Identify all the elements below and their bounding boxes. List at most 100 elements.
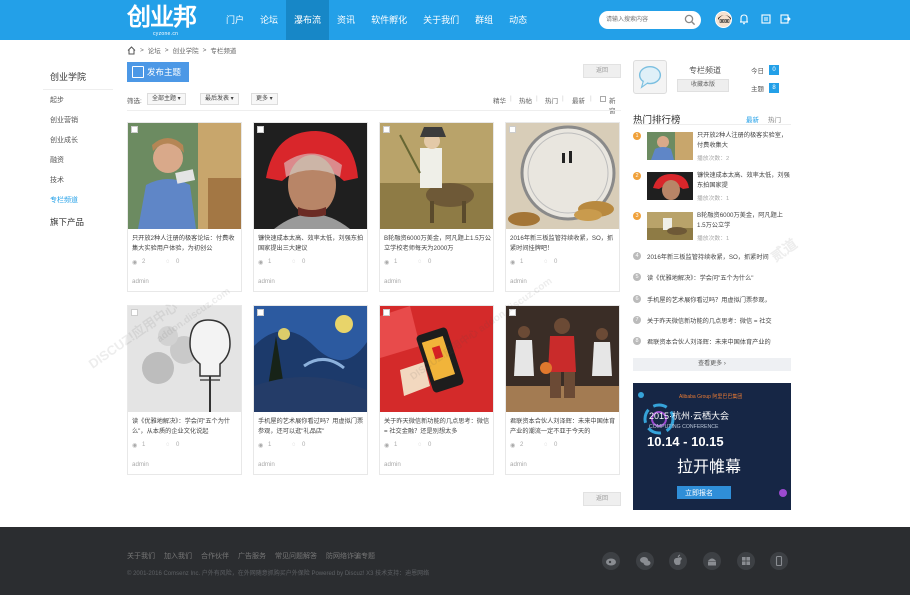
post-author[interactable]: admin — [132, 278, 149, 285]
select-checkbox[interactable] — [509, 126, 516, 133]
weibo-icon[interactable] — [602, 552, 620, 570]
home-icon[interactable] — [127, 45, 136, 55]
sidebar-heading[interactable]: 创业学院 — [43, 60, 113, 90]
breadcrumb-current[interactable]: 专栏频道 — [210, 45, 236, 55]
post-author[interactable]: admin — [510, 278, 527, 285]
ranking-item[interactable]: 2 镰快速成本太高、效率太低，刘强东拍国家提 播放次数：1 — [633, 171, 793, 203]
ranking-item-title[interactable]: 只开放2种人注册的极客实验室，付费收集大 — [697, 131, 791, 151]
ranking-item-title[interactable]: B轮融资6000万美金，阿凡题上1.5万公立学 — [697, 211, 791, 231]
ranking-item[interactable]: 6 手机屋的艺术展你看过吗？用虚拟门票参观， — [633, 295, 793, 305]
sidebar-item-growth[interactable]: 创业成长 — [43, 130, 113, 150]
filter-last-post-dropdown[interactable]: 最后发表 ▾ — [200, 93, 239, 105]
ranking-thumbnail[interactable] — [647, 212, 693, 240]
post-thumbnail[interactable] — [506, 306, 619, 412]
select-checkbox[interactable] — [131, 309, 138, 316]
post-card[interactable]: 手机屋的艺术展你看过吗？用虚拟门票参观，还可以逛"礼品店" ◉ 1 ◌ 0 admi… — [253, 305, 368, 475]
sidebar-item-column[interactable]: 专栏频道 — [43, 190, 113, 210]
ranking-item[interactable]: 7 关于昨天微信新功能的几点思考：微信 = 社交 — [633, 316, 793, 326]
post-title[interactable]: 君联资本合伙人刘泽辉：未来中国体育产业的潮流一定不亚于今天的 — [510, 417, 617, 439]
post-thumbnail[interactable] — [380, 306, 493, 412]
post-author[interactable]: admin — [384, 461, 401, 468]
breadcrumb-category[interactable]: 创业学院 — [173, 45, 199, 55]
search-input[interactable] — [606, 14, 684, 26]
post-thumbnail[interactable] — [254, 306, 367, 412]
post-card[interactable]: B轮融资6000万美金，阿凡题上1.5万公立学校老师每天为2000万 ◉ 1 ◌ 0… — [379, 122, 494, 292]
new-window-checkbox[interactable] — [600, 96, 606, 102]
post-thumbnail[interactable] — [254, 123, 367, 229]
ranking-thumbnail[interactable] — [647, 132, 693, 160]
post-card[interactable]: 读《优雅地解决》：学会问"五个为什么"，从本质的企业文化说起 ◉ 1 ◌ 0 adm… — [127, 305, 242, 475]
back-button-top[interactable]: 返回 — [583, 64, 621, 78]
post-author[interactable]: admin — [258, 461, 275, 468]
footer-link-ads[interactable]: 广告服务 — [238, 551, 266, 561]
post-author[interactable]: admin — [384, 278, 401, 285]
post-title[interactable]: 2016年新三板监管持续收紧，SO，抓紧时间挂牌吧！ — [510, 234, 617, 256]
ranking-item[interactable]: 8 君联资本合伙人刘泽辉：未来中国体育产业的 — [633, 337, 793, 347]
sidebar-item-marketing[interactable]: 创业营销 — [43, 110, 113, 130]
view-more-button[interactable]: 查看更多 › — [633, 358, 791, 371]
ranking-item-title[interactable]: 读《优雅地解决》：学会问"五个为什么" — [647, 273, 795, 282]
footer-link-join[interactable]: 加入我们 — [164, 551, 192, 561]
post-topic-button[interactable]: 发布主题 — [127, 62, 189, 82]
bell-icon[interactable] — [738, 13, 750, 25]
post-card[interactable]: 2016年新三板监管持续收紧，SO，抓紧时间挂牌吧！ ◉ 1 ◌ 0 admin — [505, 122, 620, 292]
back-button-bottom[interactable]: 返回 — [583, 492, 621, 506]
sort-digest[interactable]: 精华 — [493, 95, 506, 105]
filter-all-topics-dropdown[interactable]: 全部主题 ▾ — [147, 93, 186, 105]
nav-groups[interactable]: 群组 — [467, 0, 501, 40]
select-checkbox[interactable] — [383, 126, 390, 133]
post-author[interactable]: admin — [510, 461, 527, 468]
search-icon[interactable] — [684, 14, 696, 26]
post-thumbnail[interactable] — [128, 306, 241, 412]
user-avatar[interactable] — [715, 11, 732, 28]
apple-icon[interactable] — [669, 552, 687, 570]
ranking-thumbnail[interactable] — [647, 172, 693, 200]
footer-link-faq[interactable]: 常见问题解答 — [275, 551, 317, 561]
nav-waterfall[interactable]: 瀑布流 — [286, 0, 330, 40]
select-checkbox[interactable] — [257, 309, 264, 316]
sidebar-item-tech[interactable]: 技术 — [43, 170, 113, 190]
ranking-tab-latest[interactable]: 最新 — [746, 114, 759, 124]
ranking-item[interactable]: 5 读《优雅地解决》：学会问"五个为什么" — [633, 273, 793, 283]
nav-news[interactable]: 资讯 — [329, 0, 363, 40]
post-card[interactable]: 君联资本合伙人刘泽辉：未来中国体育产业的潮流一定不亚于今天的 ◉ 2 ◌ 0 adm… — [505, 305, 620, 475]
select-checkbox[interactable] — [383, 309, 390, 316]
select-checkbox[interactable] — [131, 126, 138, 133]
wechat-icon[interactable] — [636, 552, 654, 570]
ranking-item[interactable]: 1 只开放2种人注册的极客实验室，付费收集大 播放次数：2 — [633, 131, 793, 163]
sidebar-heading-products[interactable]: 旗下产品 — [43, 210, 113, 234]
ranking-item-title[interactable]: 镰快速成本太高、效率太低，刘强东拍国家提 — [697, 171, 791, 191]
post-title[interactable]: 手机屋的艺术展你看过吗？用虚拟门票参观，还可以逛"礼品店" — [258, 417, 365, 439]
breadcrumb-forum[interactable]: 论坛 — [148, 45, 161, 55]
ranking-item[interactable]: 4 2016年新三板监管持续收紧，SO，抓紧时间 — [633, 252, 793, 262]
nav-activity[interactable]: 动态 — [501, 0, 535, 40]
nav-incubator[interactable]: 软件孵化 — [363, 0, 415, 40]
windows-icon[interactable] — [737, 552, 755, 570]
post-author[interactable]: admin — [258, 278, 275, 285]
android-icon[interactable] — [703, 552, 721, 570]
sort-hot-posts[interactable]: 热帖 — [519, 95, 532, 105]
ranking-item-title[interactable]: 2016年新三板监管持续收紧，SO，抓紧时间 — [647, 252, 795, 261]
sort-popular[interactable]: 热门 — [545, 95, 558, 105]
ranking-tab-hot[interactable]: 热门 — [768, 114, 781, 124]
ranking-item[interactable]: 3 B轮融资6000万美金，阿凡题上1.5万公立学 播放次数：1 — [633, 211, 793, 243]
ranking-item-title[interactable]: 关于昨天微信新功能的几点思考：微信 = 社交 — [647, 316, 795, 325]
message-icon[interactable] — [760, 13, 772, 25]
ranking-item-title[interactable]: 手机屋的艺术展你看过吗？用虚拟门票参观， — [647, 295, 795, 304]
ranking-item-title[interactable]: 君联资本合伙人刘泽辉：未来中国体育产业的 — [647, 337, 795, 346]
favorite-forum-button[interactable]: 收藏本版 — [677, 79, 729, 92]
sidebar-item-financing[interactable]: 融资 — [43, 150, 113, 170]
post-card[interactable]: 只开放2种人注册的极客论坛：付费收集大实验用户体验，为初创公 ◉ 2 ◌ 0 adm… — [127, 122, 242, 292]
sidebar-item-start[interactable]: 起步 — [43, 90, 113, 110]
footer-link-fraud[interactable]: 防网络诈骗专题 — [326, 551, 375, 561]
post-title[interactable]: B轮融资6000万美金，阿凡题上1.5万公立学校老师每天为2000万 — [384, 234, 491, 256]
post-title[interactable]: 关于昨天微信新功能的几点思考：微信 = 社交金融？还是别想太多 — [384, 417, 491, 439]
select-checkbox[interactable] — [509, 309, 516, 316]
conference-ad-banner[interactable]: Alibaba Group 阿里巴巴集团 2015·杭州·云栖大会 COMPUT… — [633, 383, 791, 510]
post-thumbnail[interactable] — [380, 123, 493, 229]
post-title[interactable]: 只开放2种人注册的极客论坛：付费收集大实验用户体验，为初创公 — [132, 234, 239, 256]
post-card[interactable]: 镰快速成本太高、效率太低，刘强东拍国家提出三大建议 ◉ 1 ◌ 0 admin — [253, 122, 368, 292]
filter-more-dropdown[interactable]: 更多 ▾ — [251, 93, 278, 105]
post-title[interactable]: 镰快速成本太高、效率太低，刘强东拍国家提出三大建议 — [258, 234, 365, 256]
post-author[interactable]: admin — [132, 461, 149, 468]
